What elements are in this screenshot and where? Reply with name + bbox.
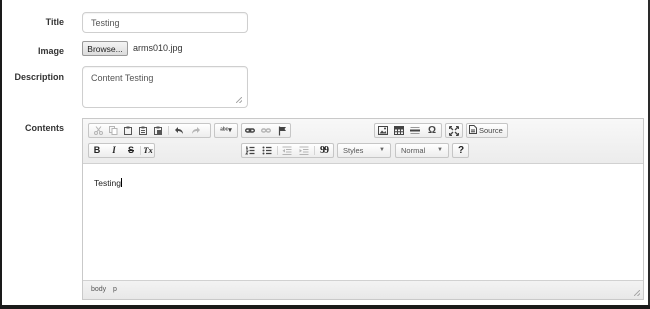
redo-icon[interactable] [189, 124, 203, 137]
chevron-down-icon: ▼ [379, 147, 385, 153]
format-combo[interactable]: Normal ▼ [395, 143, 449, 158]
table-icon[interactable] [392, 124, 406, 137]
selected-file-name: arms010.jpg [133, 43, 183, 53]
blockquote-icon[interactable]: 99 [317, 144, 331, 157]
help-icon[interactable]: ? [454, 144, 468, 157]
clipboard-toolbar-group [88, 123, 211, 138]
styles-combo-value: Styles [343, 146, 364, 155]
undo-icon[interactable] [172, 124, 186, 137]
help-toolbar-group: ? [452, 143, 469, 158]
editor-status-bar: body p [83, 280, 643, 299]
links-toolbar-group [241, 123, 291, 138]
image-label: Image [37, 46, 64, 56]
horizontal-rule-icon[interactable] [408, 124, 422, 137]
editor-resize-grip-icon[interactable] [634, 290, 640, 296]
maximize-toolbar-group [445, 123, 463, 138]
form-panel: Title Testing Image Browse... arms010.jp… [2, 0, 650, 305]
source-button[interactable]: Source [469, 124, 507, 137]
editor-content-text[interactable]: Testing [94, 178, 122, 188]
source-toolbar-group: Source [466, 123, 508, 138]
description-value: Content Testing [91, 73, 154, 83]
spellcheck-icon[interactable]: ᵃᵇᶜ▾ [216, 124, 236, 137]
spellcheck-toolbar-group: ᵃᵇᶜ▾ [214, 123, 238, 138]
contents-label: Contents [25, 123, 64, 133]
insert-toolbar-group: Ω [374, 123, 442, 138]
resize-grip-icon[interactable] [236, 97, 242, 103]
anchor-icon[interactable] [275, 124, 289, 137]
element-path-p[interactable]: p [113, 286, 117, 293]
editor-content-area[interactable]: Testing [83, 164, 643, 281]
description-label: Description [14, 72, 64, 82]
title-input[interactable]: Testing [82, 12, 248, 33]
browse-button[interactable]: Browse... [82, 41, 128, 56]
paragraph-toolbar-group: 99 [241, 143, 334, 158]
special-char-icon[interactable]: Ω [425, 124, 439, 137]
bold-button[interactable]: B [90, 144, 104, 157]
title-input-value: Testing [91, 18, 120, 28]
format-combo-value: Normal [401, 146, 426, 155]
italic-button[interactable]: I [107, 144, 121, 157]
styles-combo[interactable]: Styles ▼ [337, 143, 391, 158]
paste-icon[interactable] [121, 124, 135, 137]
rich-text-editor: ᵃᵇᶜ▾ Ω Source B I S Tx 99 Styles ▼ Norma… [82, 118, 644, 300]
editor-paragraph: Testing [94, 178, 121, 188]
image-icon[interactable] [376, 124, 390, 137]
title-label: Title [45, 17, 64, 27]
copy-icon[interactable] [106, 124, 120, 137]
maximize-icon[interactable] [447, 124, 461, 137]
paste-text-icon[interactable] [136, 124, 150, 137]
description-textarea[interactable]: Content Testing [82, 66, 248, 108]
cut-icon[interactable] [91, 124, 105, 137]
numbered-list-icon[interactable] [243, 144, 257, 157]
editor-toolbar: ᵃᵇᶜ▾ Ω Source B I S Tx 99 Styles ▼ Norma… [83, 119, 643, 164]
source-label: Source [479, 126, 503, 135]
link-icon[interactable] [243, 124, 257, 137]
indent-icon[interactable] [297, 144, 311, 157]
bulleted-list-icon[interactable] [260, 144, 274, 157]
source-icon [469, 125, 477, 134]
basic-styles-toolbar-group: B I S Tx [88, 143, 155, 158]
strike-button[interactable]: S [124, 144, 138, 157]
element-path-body[interactable]: body [91, 286, 106, 293]
paste-word-icon[interactable] [151, 124, 165, 137]
chevron-down-icon: ▼ [437, 147, 443, 153]
outdent-icon[interactable] [280, 144, 294, 157]
text-caret [120, 178, 122, 187]
remove-format-icon[interactable]: Tx [141, 144, 155, 157]
unlink-icon[interactable] [259, 124, 273, 137]
